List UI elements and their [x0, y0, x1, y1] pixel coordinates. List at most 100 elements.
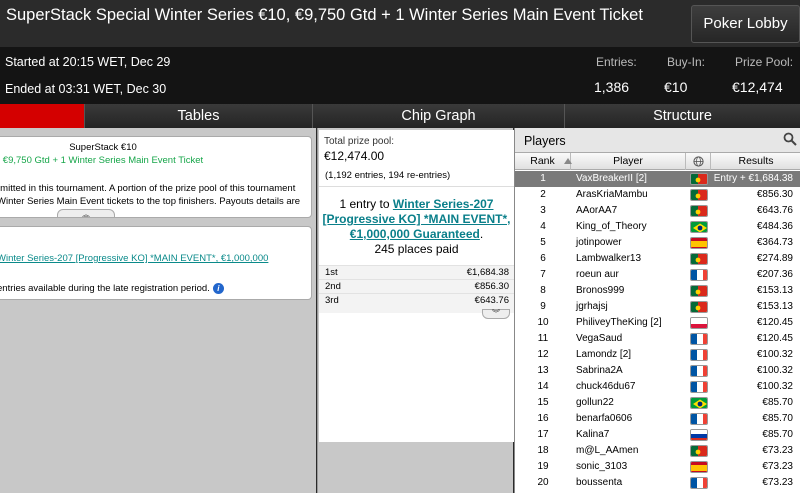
country-flag-icon: [690, 285, 708, 297]
payout-row: 1st €1,684.38: [319, 265, 514, 279]
country-flag-icon: [690, 429, 708, 441]
info-icon[interactable]: i: [212, 283, 224, 294]
player-rank: 11: [537, 333, 549, 344]
card-description-line: rmitted in this tournament. A portion of…: [0, 183, 296, 194]
player-name: PhiliveyTheKing [2]: [576, 317, 662, 328]
player-name: Bronos999: [576, 285, 625, 296]
buyin-label: Buy-In:: [667, 55, 706, 69]
total-prize-label: Total prize pool:: [324, 136, 395, 147]
player-name: AAorAA7: [576, 205, 618, 216]
player-row[interactable]: 13 Sabrina2A €100.32: [515, 363, 800, 379]
country-column-header[interactable]: [686, 153, 711, 170]
prize-pool-box: Total prize pool: €12,474.00 (1,192 entr…: [319, 130, 514, 442]
country-flag-icon: [690, 205, 708, 217]
payout-place: 2nd: [325, 281, 341, 292]
tournament-details-panel: SuperStack €10 €9,750 Gtd + 1 Winter Ser…: [0, 128, 316, 493]
tab-structure[interactable]: Structure: [564, 104, 800, 128]
player-row[interactable]: 19 sonic_3103 €73.23: [515, 459, 800, 475]
player-result: €153.13: [756, 301, 793, 312]
player-result: Entry + €1,684.38: [713, 173, 793, 184]
tab-info-active[interactable]: [0, 104, 84, 128]
results-column-header[interactable]: Results: [711, 153, 800, 170]
player-result: €85.70: [762, 397, 793, 408]
player-row[interactable]: 16 benarfa0606 €85.70: [515, 411, 800, 427]
player-row[interactable]: 17 Kalina7 €85.70: [515, 427, 800, 443]
rank-header-label: Rank: [530, 155, 555, 167]
player-row[interactable]: 9 jgrhajsj €153.13: [515, 299, 800, 315]
payout-row: 3rd €643.76: [319, 293, 514, 307]
window-title: SuperStack Special Winter Series €10, €9…: [6, 6, 643, 24]
search-icon[interactable]: [783, 132, 797, 146]
player-row[interactable]: 15 gollun22 €85.70: [515, 395, 800, 411]
country-flag-icon: [690, 269, 708, 281]
player-row[interactable]: 14 chuck46du67 €100.32: [515, 379, 800, 395]
player-rank: 18: [537, 445, 549, 456]
ticket-prefix: 1 entry to: [339, 197, 393, 211]
entries-label: Entries:: [596, 55, 637, 69]
player-row[interactable]: 4 King_of_Theory €484.36: [515, 219, 800, 235]
player-rank: 14: [537, 381, 549, 392]
player-row[interactable]: 18 m@L_AAmen €73.23: [515, 443, 800, 459]
country-flag-icon: [690, 413, 708, 425]
ticket-prize-text: 1 entry to Winter Series-207 [Progressiv…: [319, 197, 514, 257]
country-flag-icon: [690, 333, 708, 345]
player-rank: 7: [540, 269, 546, 280]
player-name: VaxBreakerII [2]: [576, 173, 647, 184]
country-flag-icon: [690, 189, 708, 201]
player-result: €100.32: [756, 365, 793, 376]
card-title: SuperStack €10: [69, 142, 137, 153]
player-row[interactable]: 3 AAorAA7 €643.76: [515, 203, 800, 219]
player-row[interactable]: 2 ArasKriaMambu €856.30: [515, 187, 800, 203]
card-description: rmitted in this tournament. A portion of…: [0, 182, 300, 208]
title-bar: SuperStack Special Winter Series €10, €9…: [0, 0, 800, 47]
total-prize-value: €12,474.00: [324, 149, 385, 163]
players-title: Players: [524, 134, 566, 148]
payout-place: 3rd: [325, 295, 339, 306]
entries-note: (1,192 entries, 194 re-entries): [325, 170, 451, 181]
expand-chevron-icon[interactable]: ︾: [482, 309, 510, 319]
player-row[interactable]: 7 roeun aur €207.36: [515, 267, 800, 283]
player-rank: 12: [537, 349, 549, 360]
collapse-chevron-icon[interactable]: ︽: [57, 209, 115, 217]
player-row[interactable]: 5 jotinpower €364.73: [515, 235, 800, 251]
divider: [319, 186, 514, 187]
players-column-header: Rank Player Results: [515, 153, 800, 170]
payout-table: 1st €1,684.38 2nd €856.30 3rd €643.76: [319, 265, 514, 313]
places-paid: 245 places paid: [374, 242, 459, 256]
country-flag-icon: [690, 173, 708, 185]
player-result: €484.36: [756, 221, 793, 232]
tab-tables[interactable]: Tables: [84, 104, 312, 128]
player-name: Kalina7: [576, 429, 610, 440]
payout-amount: €856.30: [474, 281, 509, 292]
player-result: €100.32: [756, 349, 793, 360]
prize-pool-panel: Total prize pool: €12,474.00 (1,192 entr…: [317, 128, 514, 493]
poker-lobby-button[interactable]: Poker Lobby: [691, 5, 800, 43]
player-rank: 16: [537, 413, 549, 424]
player-row[interactable]: 1 VaxBreakerII [2] Entry + €1,684.38: [515, 171, 800, 187]
player-column-header[interactable]: Player: [571, 153, 686, 170]
globe-icon: [692, 156, 704, 167]
tab-chip-graph[interactable]: Chip Graph: [312, 104, 564, 128]
player-row[interactable]: 12 Lamondz [2] €100.32: [515, 347, 800, 363]
prize-pool-value: €12,474: [732, 79, 783, 95]
players-list: 1 VaxBreakerII [2] Entry + €1,684.38 2 ArasK…: [515, 171, 800, 491]
payout-amount: €1,684.38: [466, 267, 509, 278]
player-row[interactable]: 11 VegaSaud €120.45: [515, 331, 800, 347]
payout-place: 1st: [325, 267, 338, 278]
player-rank: 15: [537, 397, 549, 408]
late-registration-text: entries available during the late regist…: [0, 283, 210, 295]
payout-row: 2nd €856.30: [319, 279, 514, 293]
player-row[interactable]: 8 Bronos999 €153.13: [515, 283, 800, 299]
rank-column-header[interactable]: Rank: [515, 153, 572, 170]
card-description-line: Winter Series Main Event tickets to the …: [0, 196, 301, 207]
player-result: €100.32: [756, 381, 793, 392]
player-result: €73.23: [762, 461, 793, 472]
player-name: Lamondz [2]: [576, 349, 632, 360]
player-result: €643.76: [756, 205, 793, 216]
player-row[interactable]: 20 boussenta €73.23: [515, 475, 800, 491]
player-row[interactable]: 6 Lambwalker13 €274.89: [515, 251, 800, 267]
players-panel: Players Rank Player Results 1 VaxBreakerI…: [514, 128, 800, 493]
player-row[interactable]: 10 PhiliveyTheKing [2] €120.45: [515, 315, 800, 331]
main-event-link[interactable]: Winter Series-207 [Progressive KO] *MAIN…: [0, 253, 268, 264]
player-name: roeun aur: [576, 269, 619, 280]
